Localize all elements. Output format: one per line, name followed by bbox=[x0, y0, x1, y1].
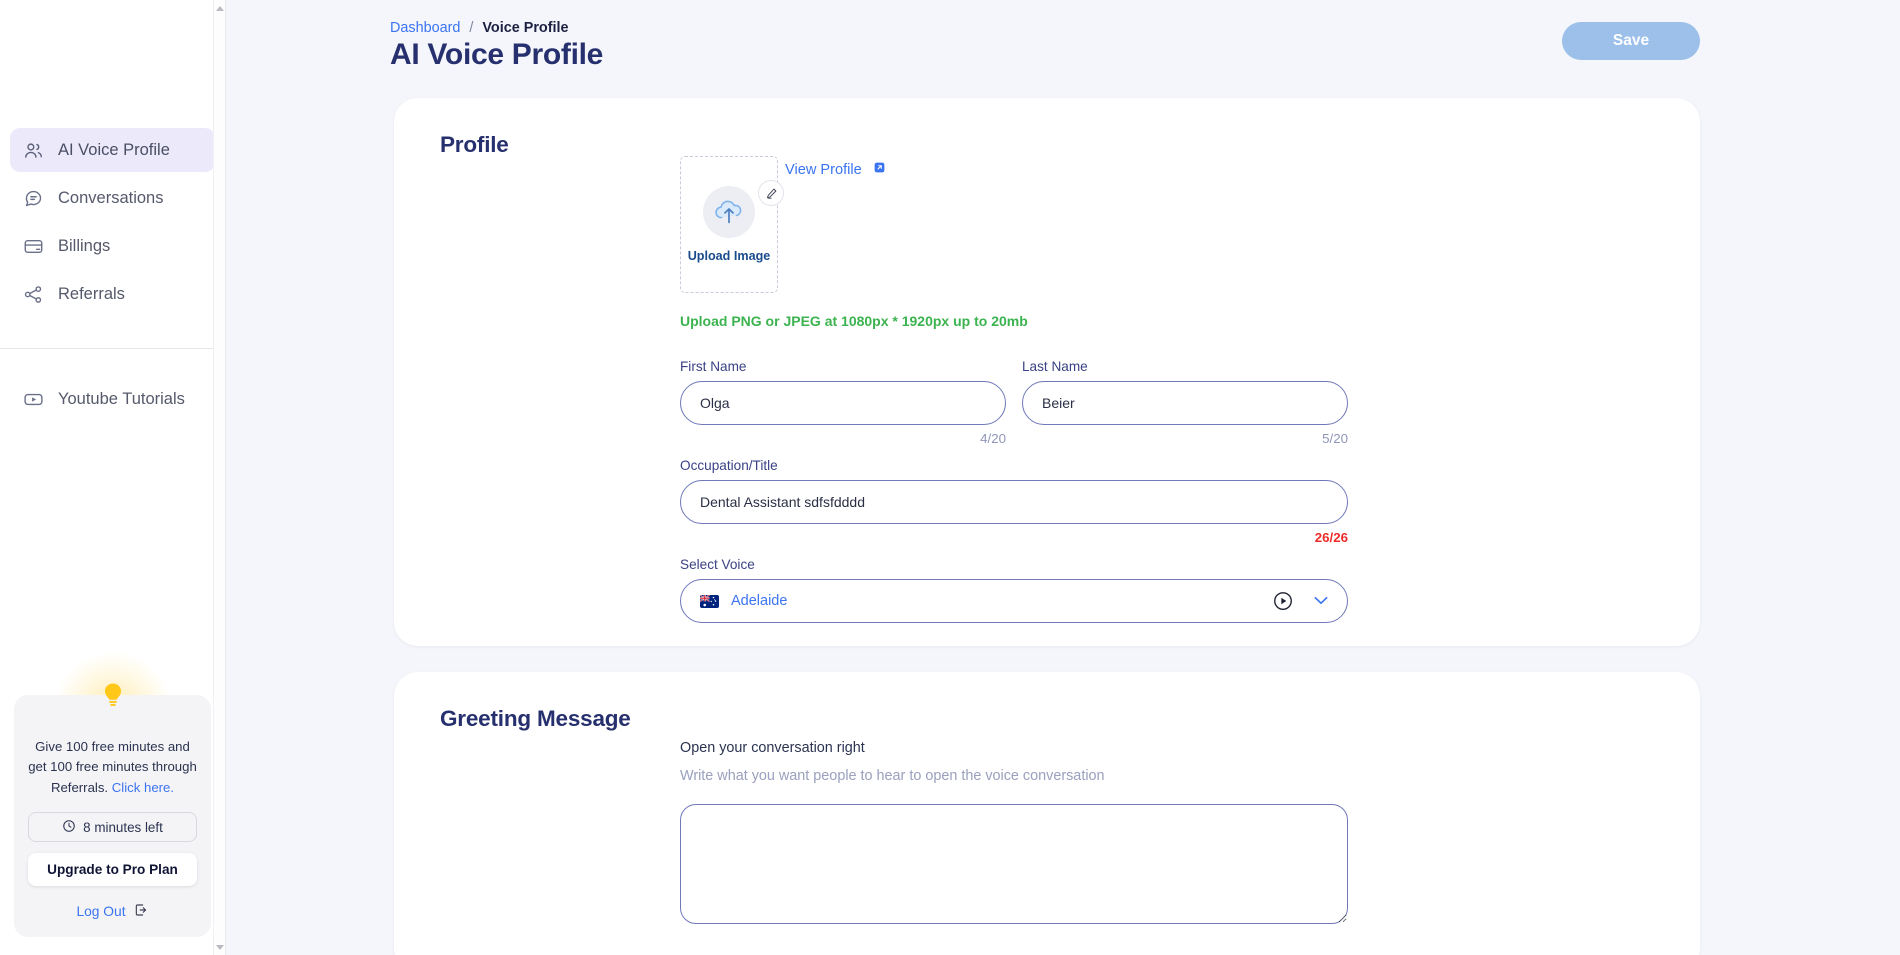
page-title: AI Voice Profile bbox=[390, 38, 604, 71]
australia-flag-icon bbox=[700, 594, 719, 608]
upgrade-label: Upgrade to Pro Plan bbox=[47, 862, 178, 877]
youtube-icon bbox=[22, 388, 44, 410]
occupation-label: Occupation/Title bbox=[680, 458, 778, 473]
first-name-group: First Name 4/20 bbox=[680, 359, 1006, 446]
save-button[interactable]: Save bbox=[1562, 22, 1700, 60]
view-profile-label: View Profile bbox=[785, 161, 862, 178]
upload-image-label: Upload Image bbox=[687, 249, 771, 263]
sidebar-nav-secondary: Youtube Tutorials bbox=[0, 349, 225, 421]
app-root: AI Voice Profile Conversations Billings … bbox=[0, 0, 1900, 955]
breadcrumb-dashboard-link[interactable]: Dashboard bbox=[390, 20, 460, 36]
lightbulb-icon bbox=[100, 681, 126, 716]
scroll-down-arrow-icon[interactable] bbox=[215, 942, 225, 952]
first-name-label: First Name bbox=[680, 359, 747, 374]
sidebar-nav-primary: AI Voice Profile Conversations Billings … bbox=[0, 0, 225, 421]
sidebar: AI Voice Profile Conversations Billings … bbox=[0, 0, 226, 955]
minutes-left-badge[interactable]: 8 minutes left bbox=[28, 812, 197, 842]
users-icon bbox=[22, 139, 44, 161]
greeting-card-title: Greeting Message bbox=[440, 706, 631, 731]
upload-hint-text: Upload PNG or JPEG at 1080px * 1920px up… bbox=[680, 313, 1028, 329]
sidebar-item-label: Conversations bbox=[58, 188, 164, 207]
chat-icon bbox=[22, 187, 44, 209]
upgrade-to-pro-button[interactable]: Upgrade to Pro Plan bbox=[28, 853, 197, 886]
last-name-counter: 5/20 bbox=[1322, 431, 1348, 446]
promo-card: Give 100 free minutes and get 100 free m… bbox=[14, 694, 211, 937]
select-voice-actions bbox=[1272, 590, 1328, 612]
sidebar-scrollbar[interactable] bbox=[213, 0, 225, 955]
logout-label: Log Out bbox=[76, 904, 126, 919]
sidebar-item-billings[interactable]: Billings bbox=[10, 224, 215, 268]
cloud-upload-icon bbox=[703, 186, 755, 238]
main-scrollbar[interactable] bbox=[1890, 0, 1900, 955]
promo-click-here-link[interactable]: Click here. bbox=[112, 780, 174, 795]
scroll-up-arrow-icon[interactable] bbox=[215, 3, 225, 13]
sidebar-item-referrals[interactable]: Referrals bbox=[10, 272, 215, 316]
greeting-description: Write what you want people to hear to op… bbox=[680, 768, 1105, 784]
last-name-group: Last Name 5/20 bbox=[1022, 359, 1348, 446]
select-voice-wrap: Adelaide bbox=[680, 579, 1348, 623]
greeting-heading: Open your conversation right bbox=[680, 740, 865, 756]
profile-card: Profile Upload Image View Profile Upload… bbox=[394, 98, 1700, 646]
select-voice-dropdown[interactable]: Adelaide bbox=[680, 579, 1348, 623]
breadcrumb: Dashboard / Voice Profile bbox=[390, 20, 569, 36]
last-name-input[interactable] bbox=[1022, 381, 1348, 425]
profile-card-title: Profile bbox=[440, 132, 509, 157]
minutes-left-label: 8 minutes left bbox=[83, 819, 163, 835]
referral-promo: Give 100 free minutes and get 100 free m… bbox=[14, 650, 211, 937]
upload-image-dropzone[interactable]: Upload Image bbox=[680, 156, 778, 293]
greeting-message-textarea[interactable] bbox=[680, 804, 1348, 924]
upload-row: Upload Image View Profile bbox=[680, 156, 1348, 306]
last-name-label: Last Name bbox=[1022, 359, 1088, 374]
sidebar-item-label: Billings bbox=[58, 236, 111, 255]
sidebar-item-label: Youtube Tutorials bbox=[58, 389, 185, 408]
first-name-input[interactable] bbox=[680, 381, 1006, 425]
chevron-down-icon[interactable] bbox=[1314, 592, 1328, 610]
breadcrumb-separator: / bbox=[469, 20, 474, 36]
greeting-form: Open your conversation right Write what … bbox=[680, 740, 1348, 929]
logout-icon bbox=[133, 902, 149, 921]
play-voice-icon[interactable] bbox=[1272, 590, 1294, 612]
sidebar-item-conversations[interactable]: Conversations bbox=[10, 176, 215, 220]
edit-image-button[interactable] bbox=[758, 180, 784, 206]
greeting-card: Greeting Message Open your conversation … bbox=[394, 672, 1700, 955]
page-header: Dashboard / Voice Profile AI Voice Profi… bbox=[226, 0, 1900, 96]
occupation-counter: 26/26 bbox=[1314, 530, 1348, 545]
clock-icon bbox=[62, 819, 76, 836]
main-content: Dashboard / Voice Profile AI Voice Profi… bbox=[226, 0, 1900, 955]
external-link-icon bbox=[872, 160, 887, 179]
occupation-input[interactable] bbox=[680, 480, 1348, 524]
sidebar-item-label: Referrals bbox=[58, 284, 125, 303]
profile-form: Upload Image View Profile Upload PNG or … bbox=[680, 156, 1348, 623]
logout-button[interactable]: Log Out bbox=[28, 902, 197, 921]
view-profile-link[interactable]: View Profile bbox=[785, 160, 887, 179]
selected-voice-name: Adelaide bbox=[731, 593, 788, 609]
occupation-group: Occupation/Title 26/26 bbox=[680, 458, 1348, 545]
select-voice-group: Select Voice Adelaide bbox=[680, 557, 1348, 623]
name-fields-row: First Name 4/20 Last Name 5/20 bbox=[680, 359, 1348, 446]
credit-card-icon bbox=[22, 235, 44, 257]
sidebar-item-label: AI Voice Profile bbox=[58, 140, 170, 159]
sidebar-item-youtube-tutorials[interactable]: Youtube Tutorials bbox=[10, 377, 215, 421]
promo-text: Give 100 free minutes and get 100 free m… bbox=[28, 737, 197, 798]
breadcrumb-current: Voice Profile bbox=[482, 20, 569, 36]
pencil-icon bbox=[766, 188, 776, 199]
select-voice-label: Select Voice bbox=[680, 557, 755, 572]
share-icon bbox=[22, 283, 44, 305]
sidebar-item-ai-voice-profile[interactable]: AI Voice Profile bbox=[10, 128, 215, 172]
first-name-counter: 4/20 bbox=[980, 431, 1006, 446]
